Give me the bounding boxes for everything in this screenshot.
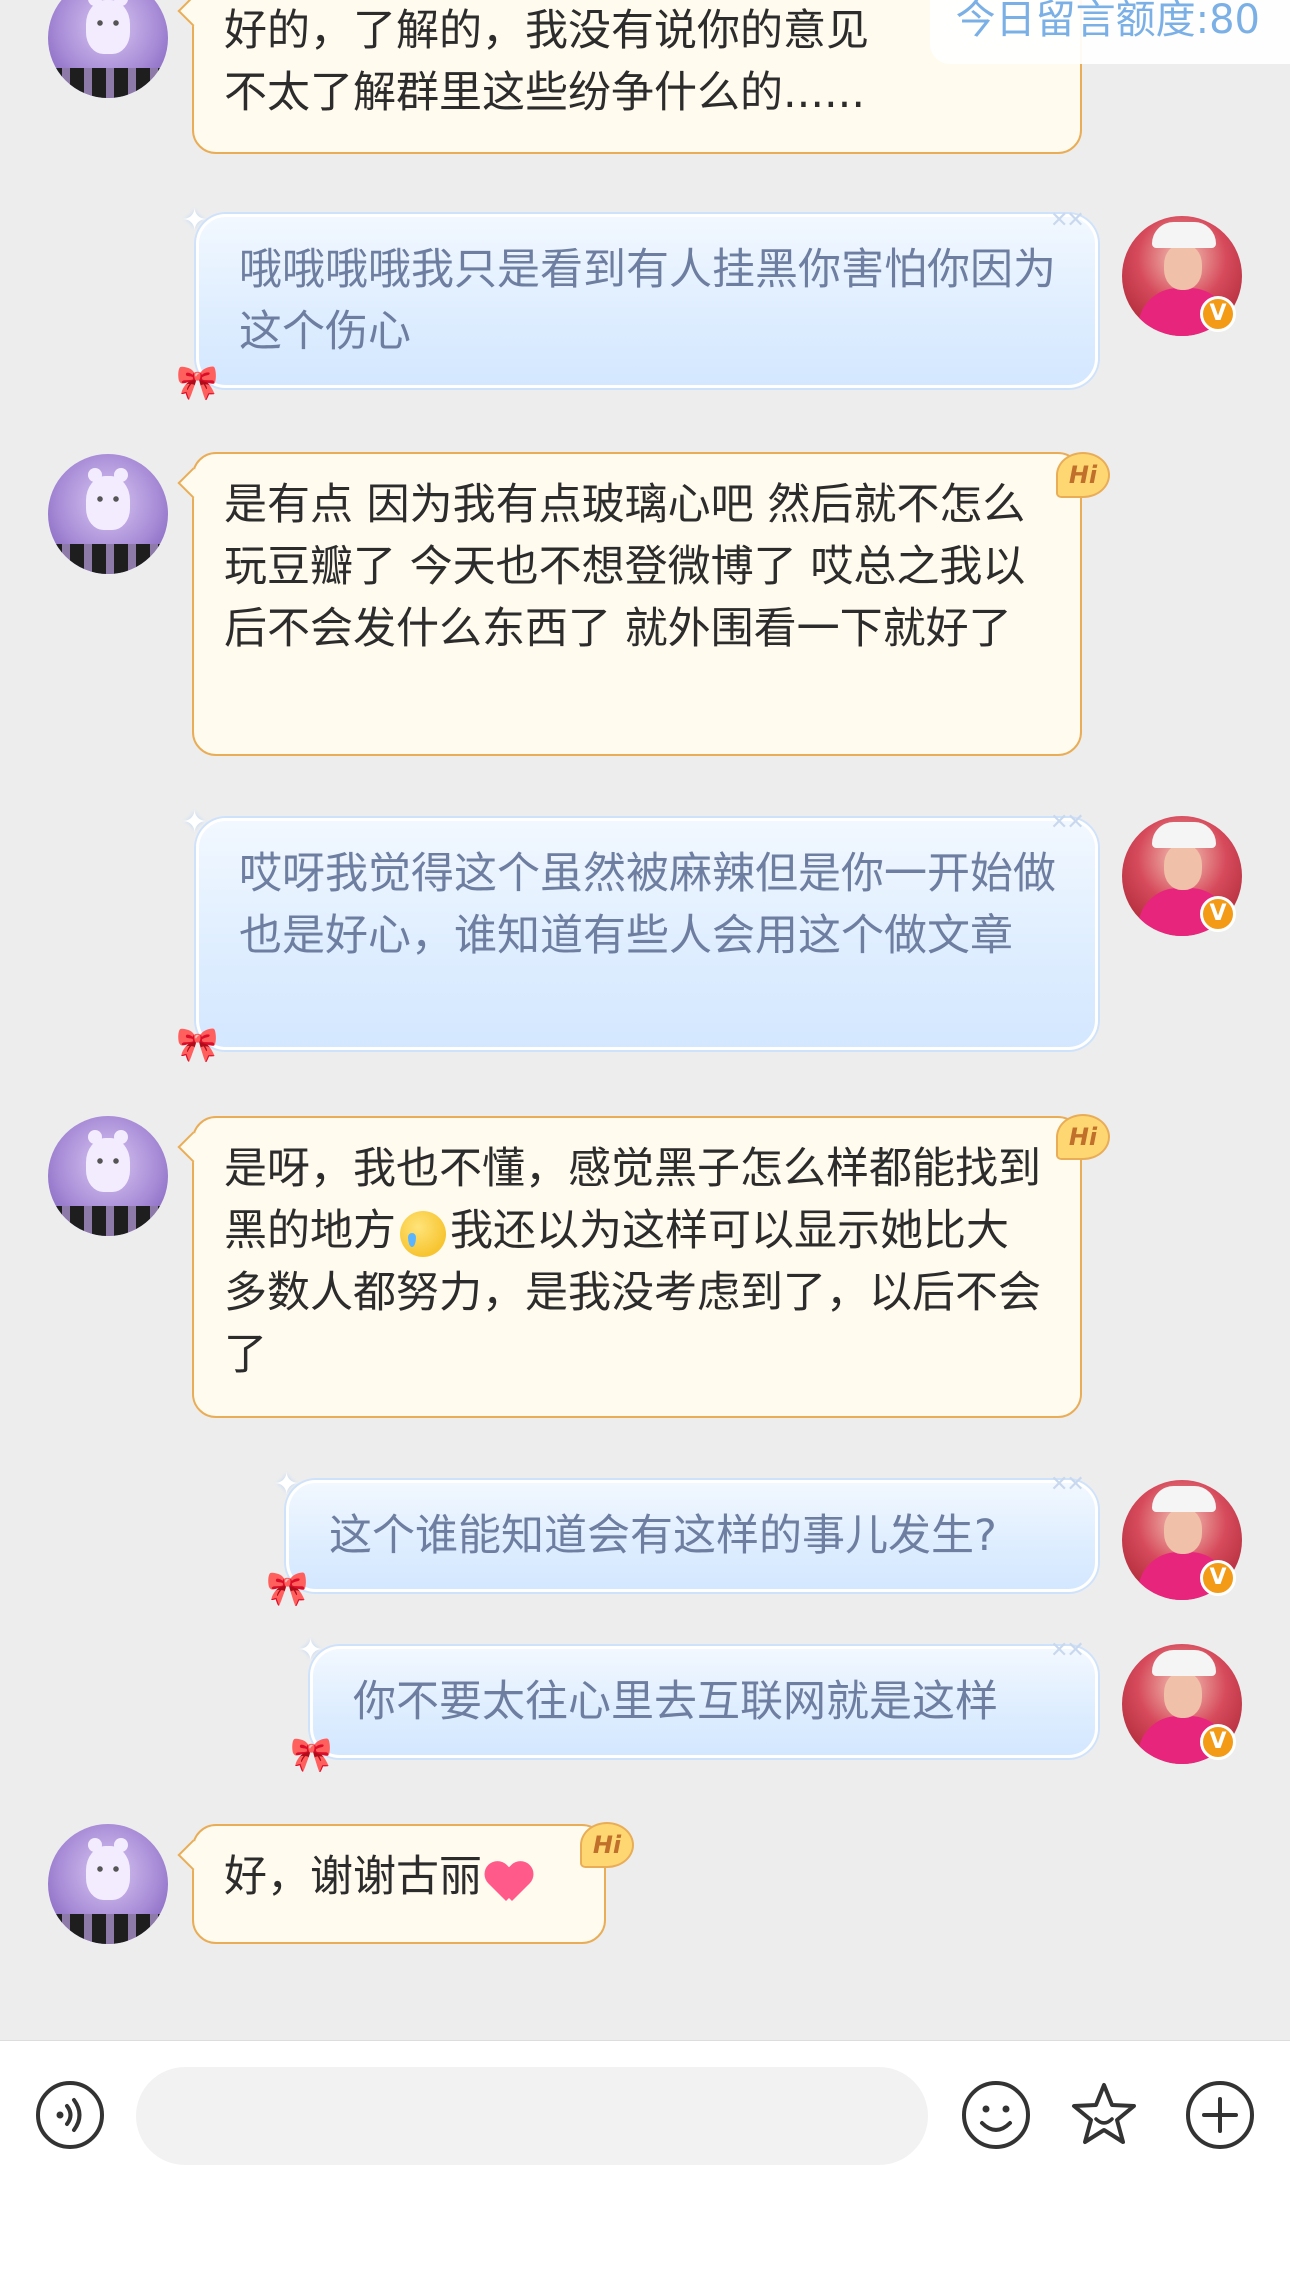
message-text: 好，谢谢古丽: [224, 1852, 482, 1902]
friend-avatar[interactable]: [48, 0, 168, 98]
message-bubble-left[interactable]: 是有点 因为我有点玻璃心吧 然后就不怎么玩豆瓣了 今天也不想登微博了 哎总之我以…: [192, 452, 1082, 756]
message-input[interactable]: [136, 2067, 928, 2165]
bow-icon: 🎀: [176, 363, 219, 403]
hi-badge-icon: Hi: [580, 1822, 634, 1868]
decor-icon: ✕✕: [1050, 1472, 1085, 1497]
sparkle-icon: ✦: [182, 805, 208, 840]
decor-icon: ✕✕: [1050, 208, 1085, 233]
friend-avatar[interactable]: [48, 454, 168, 574]
hi-badge-icon: Hi: [1056, 452, 1110, 498]
message-bubble-right[interactable]: 哎呀我觉得这个虽然被麻辣但是你一开始做也是好心，谁知道有些人会用这个做文章: [196, 818, 1098, 1050]
decor-icon: ✕✕: [1050, 1638, 1085, 1663]
bow-icon: 🎀: [176, 1025, 219, 1065]
hi-badge-icon: Hi: [1056, 1114, 1110, 1160]
friend-avatar[interactable]: [48, 1824, 168, 1944]
verified-badge-icon: V: [1200, 1560, 1236, 1596]
message-text: 这个谁能知道会有这样的事儿发生?: [329, 1511, 997, 1561]
message-text: 你不要太往心里去互联网就是这样: [353, 1677, 998, 1727]
sparkle-icon: ✦: [298, 1633, 324, 1668]
message-bubble-left[interactable]: 是呀，我也不懂，感觉黑子怎么样都能找到黑的地方 我还以为这样可以显示她比大多数人都…: [192, 1116, 1082, 1418]
crying-face-emoji-icon: [400, 1210, 446, 1257]
message-bubble-right[interactable]: 这个谁能知道会有这样的事儿发生?: [286, 1480, 1098, 1592]
verified-badge-icon: V: [1200, 1724, 1236, 1760]
message-text: 是有点 因为我有点玻璃心吧 然后就不怎么玩豆瓣了 今天也不想登微博了 哎总之我以…: [224, 480, 1026, 654]
voice-icon[interactable]: [34, 2079, 106, 2151]
heart-emoji-icon: [486, 1859, 532, 1901]
message-bubble-right[interactable]: 你不要太往心里去互联网就是这样: [310, 1646, 1098, 1758]
chat-area: 好的，了解的，我没有说你的意见 不太了解群里这些纷争什么的...... 今日留言…: [0, 0, 1290, 2040]
add-icon[interactable]: [1184, 2079, 1256, 2151]
sparkle-icon: ✦: [274, 1467, 300, 1502]
friend-avatar[interactable]: [48, 1116, 168, 1236]
bow-icon: 🎀: [266, 1569, 309, 1609]
message-text: 好的，了解的，我没有说你的意见: [224, 6, 869, 56]
message-text: 哎呀我觉得这个虽然被麻辣但是你一开始做也是好心，谁知道有些人会用这个做文章: [239, 849, 1056, 961]
sparkle-icon: ✦: [182, 203, 208, 238]
message-quota-label: 今日留言额度:80: [930, 0, 1290, 64]
message-text: 哦哦哦哦我只是看到有人挂黑你害怕你因为这个伤心: [239, 245, 1056, 357]
verified-badge-icon: V: [1200, 296, 1236, 332]
message-bubble-left[interactable]: 好，谢谢古丽: [192, 1824, 606, 1944]
input-toolbar: [0, 2040, 1290, 2273]
message-bubble-right[interactable]: 哦哦哦哦我只是看到有人挂黑你害怕你因为这个伤心: [196, 214, 1098, 388]
message-text: 不太了解群里这些纷争什么的......: [224, 68, 866, 118]
bow-icon: 🎀: [290, 1735, 333, 1775]
verified-badge-icon: V: [1200, 896, 1236, 932]
emoji-icon[interactable]: [960, 2079, 1032, 2151]
sticker-icon[interactable]: [1068, 2079, 1140, 2151]
decor-icon: ✕✕: [1050, 810, 1085, 835]
